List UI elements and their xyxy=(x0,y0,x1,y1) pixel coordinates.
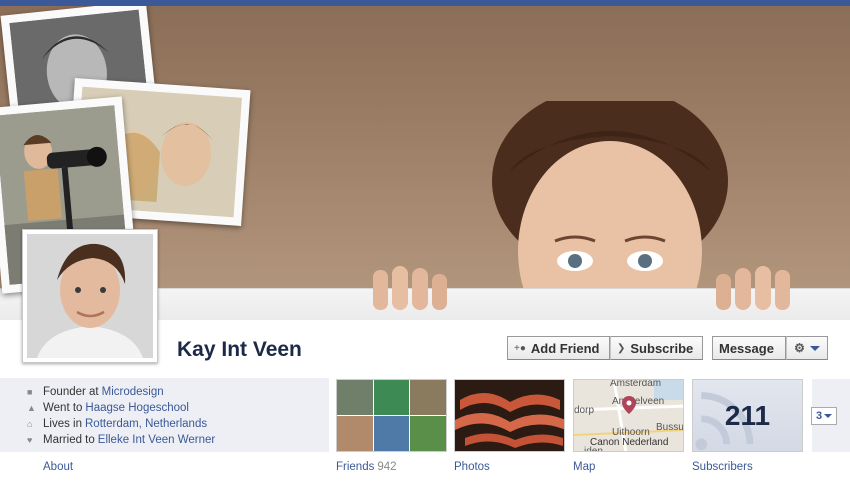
info-location-link[interactable]: Rotterdam, Netherlands xyxy=(85,418,207,430)
profile-name: Kay Int Veen xyxy=(177,338,302,361)
subscribers-label[interactable]: Subscribers xyxy=(692,461,753,473)
info-relationship-link[interactable]: Elleke Int Veen Werner xyxy=(98,434,215,446)
subscribers-tile[interactable]: 211 xyxy=(692,379,803,452)
heart-icon: ♥ xyxy=(27,434,33,445)
friend-thumb xyxy=(337,416,373,451)
cover-left-hand xyxy=(373,266,447,310)
friend-thumb xyxy=(410,380,446,415)
friends-label-text: Friends xyxy=(336,461,375,473)
friend-subscribe-button-group: +● Add Friend ❯ Subscribe xyxy=(507,336,703,360)
map-place-amsterdam: Amsterdam xyxy=(610,379,662,389)
about-link[interactable]: About xyxy=(43,461,73,473)
chevron-down-icon xyxy=(809,345,820,351)
info-work-prefix: Founder at xyxy=(43,386,99,398)
house-icon: ⌂ xyxy=(27,418,33,429)
message-button[interactable]: Message xyxy=(712,336,786,360)
info-education-prefix: Went to xyxy=(43,402,83,414)
photos-tile[interactable] xyxy=(454,379,565,452)
map-place-amstelveen: Amstelveen xyxy=(612,396,665,407)
info-work-link[interactable]: Microdesign xyxy=(102,386,164,398)
graduation-cap-icon: ▲ xyxy=(27,402,36,413)
map-tile[interactable]: Amsterdam Amstelveen dorp Uithoorn Bussu… xyxy=(573,379,684,452)
add-friend-icon: +● xyxy=(514,342,526,354)
friend-thumb xyxy=(410,416,446,451)
info-item-location: ⌂ Lives in Rotterdam, Netherlands xyxy=(27,416,215,432)
profile-photo-image xyxy=(27,234,153,358)
map-place-dorp: dorp xyxy=(574,405,595,416)
map-place-bussum: Bussum xyxy=(656,422,684,433)
gear-icon: ⚙ xyxy=(794,341,805,355)
rss-icon: ❯ xyxy=(617,342,626,354)
info-item-education: ▲ Went to Haagse Hogeschool xyxy=(27,400,215,416)
friend-thumb xyxy=(373,380,410,415)
info-education-link[interactable]: Haagse Hogeschool xyxy=(85,402,189,414)
map-place-iden: iden xyxy=(584,446,603,452)
briefcase-icon: ■ xyxy=(27,386,33,397)
subscribe-button[interactable]: ❯ Subscribe xyxy=(610,336,703,360)
friend-thumb xyxy=(373,416,410,451)
message-label: Message xyxy=(719,340,774,356)
photos-thumb-image xyxy=(455,380,564,451)
photos-label[interactable]: Photos xyxy=(454,461,490,473)
friend-thumb xyxy=(337,380,373,415)
add-friend-button[interactable]: +● Add Friend xyxy=(507,336,610,360)
add-friend-label: Add Friend xyxy=(530,340,600,356)
info-item-work: ■ Founder at Microdesign xyxy=(27,384,215,400)
cover-face-image xyxy=(492,101,728,301)
info-relationship-prefix: Married to xyxy=(43,434,95,446)
more-sections-count: 3 xyxy=(815,410,823,422)
subscribers-count: 211 xyxy=(724,399,771,431)
map-pin-icon xyxy=(622,396,636,414)
friends-count: 942 xyxy=(377,461,397,473)
cover-right-hand xyxy=(716,266,790,310)
friends-tile[interactable] xyxy=(336,379,447,452)
subscribe-label: Subscribe xyxy=(630,340,694,356)
settings-dropdown-button[interactable]: ⚙ xyxy=(786,336,828,360)
chevron-down-icon xyxy=(824,414,833,418)
info-location-prefix: Lives in xyxy=(43,418,82,430)
info-item-relationship: ♥ Married to Elleke Int Veen Werner xyxy=(27,432,215,448)
friends-label[interactable]: Friends 942 xyxy=(336,461,397,473)
more-sections-button[interactable]: 3 xyxy=(811,407,837,425)
map-label[interactable]: Map xyxy=(573,461,595,473)
info-list: ■ Founder at Microdesign ▲ Went to Haags… xyxy=(27,384,215,448)
profile-picture[interactable] xyxy=(22,229,158,363)
